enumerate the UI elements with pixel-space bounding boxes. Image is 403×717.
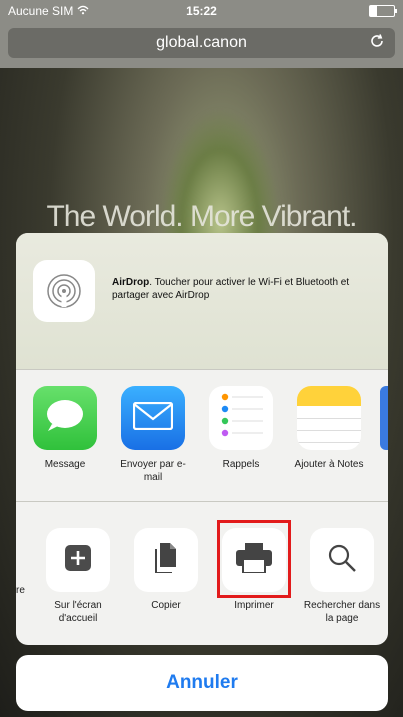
battery-icon: [369, 5, 397, 17]
url-text: global.canon: [156, 34, 247, 51]
action-label-print: Imprimer: [234, 600, 274, 611]
apps-row: Message Envoyer par e-mail Rappels Ajout…: [16, 370, 388, 502]
reminders-app-button[interactable]: [209, 386, 273, 450]
app-label-mail: Envoyer par e-mail: [120, 459, 186, 483]
reload-icon[interactable]: [369, 33, 385, 54]
airdrop-section[interactable]: AirDrop. Toucher pour activer le Wi-Fi e…: [16, 233, 388, 370]
wifi-icon: [77, 4, 89, 18]
status-time: 15:22: [186, 4, 217, 18]
address-bar[interactable]: global.canon: [8, 28, 395, 58]
search-icon: [327, 543, 357, 578]
app-label-message: Message: [44, 459, 86, 470]
add-to-home-icon: [65, 544, 91, 576]
reminders-icon: [217, 391, 265, 446]
print-highlight-frame: [217, 520, 291, 598]
notes-icon: [297, 386, 361, 450]
copy-icon: [154, 542, 178, 578]
partial-app-icon[interactable]: [380, 386, 388, 450]
app-label-notes: Ajouter à Notes: [294, 459, 364, 470]
airdrop-icon[interactable]: [33, 260, 95, 322]
partial-action-label: re: [16, 585, 25, 596]
carrier-label: Aucune SIM: [8, 4, 74, 18]
copy-button[interactable]: [134, 528, 198, 592]
notes-app-button[interactable]: [297, 386, 361, 450]
find-on-page-button[interactable]: [310, 528, 374, 592]
action-label-add-to-home: Sur l'écran d'accueil: [54, 600, 102, 624]
action-label-search: Rechercher dans la page: [303, 600, 381, 624]
cancel-button[interactable]: Annuler: [16, 655, 388, 711]
carrier-indicator: Aucune SIM: [8, 4, 89, 18]
hero-text: The World. More Vibrant.: [46, 200, 357, 233]
share-sheet: AirDrop. Toucher pour activer le Wi-Fi e…: [16, 233, 388, 645]
mail-app-button[interactable]: [121, 386, 185, 450]
airdrop-title: AirDrop: [112, 277, 150, 288]
add-to-home-button[interactable]: [46, 528, 110, 592]
status-bar: Aucune SIM 15:22: [0, 0, 403, 22]
message-app-button[interactable]: [33, 386, 97, 450]
mail-icon: [132, 401, 174, 435]
action-label-copy: Copier: [151, 600, 181, 611]
airdrop-description: AirDrop. Toucher pour activer le Wi-Fi e…: [112, 276, 372, 302]
message-icon: [44, 398, 86, 439]
app-label-reminders: Rappels: [222, 459, 260, 470]
browser-toolbar: global.canon: [0, 22, 403, 68]
actions-row: re Sur l'écran d'accueil Copier Imprimer…: [16, 502, 388, 645]
